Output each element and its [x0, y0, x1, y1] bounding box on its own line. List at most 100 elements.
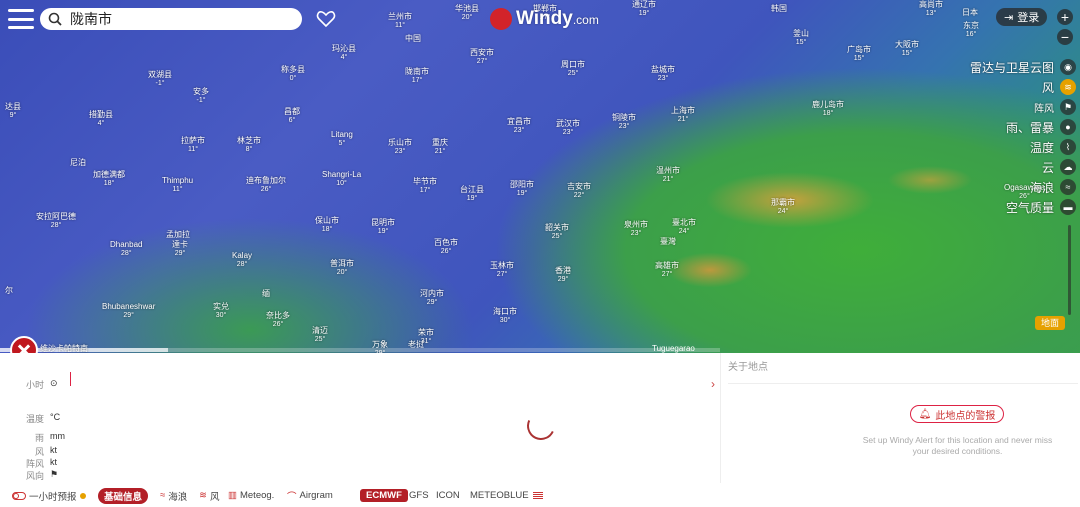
city-label[interactable]: 達卡 29°: [172, 240, 188, 258]
city-label[interactable]: Litang 5°: [331, 130, 353, 148]
city-label[interactable]: 迪布鲁加尔 26°: [246, 176, 286, 194]
model-meteoblue[interactable]: METEOBLUE: [470, 490, 529, 501]
city-label[interactable]: 西安市 27°: [470, 48, 494, 66]
city-label[interactable]: 实兑 30°: [213, 302, 229, 320]
city-label[interactable]: 釜山 15°: [793, 29, 809, 47]
city-label[interactable]: 陇南市 17°: [405, 67, 429, 85]
city-label[interactable]: 保山市 18°: [315, 216, 339, 234]
city-label[interactable]: 韩国: [771, 4, 787, 13]
layer-waves[interactable]: 海浪 ≈: [906, 177, 1076, 197]
city-label[interactable]: 泉州市 23°: [624, 220, 648, 238]
tab-wind[interactable]: ≋ 风: [199, 489, 219, 503]
city-label[interactable]: 通辽市 19°: [632, 0, 656, 18]
city-label[interactable]: 安多 -1°: [193, 87, 209, 105]
city-label[interactable]: 盐城市 23°: [651, 65, 675, 83]
city-label[interactable]: 周口市 25°: [561, 60, 585, 78]
model-flag[interactable]: [533, 492, 543, 499]
city-label[interactable]: Dhanbad 28°: [110, 240, 142, 258]
city-label[interactable]: 尼泊: [70, 158, 86, 167]
login-button[interactable]: ⇥ 登录: [996, 8, 1048, 26]
windy-logo[interactable]: Windy.com: [490, 8, 599, 30]
city-label[interactable]: 奈比多 26°: [266, 311, 290, 329]
city-label[interactable]: Bhubaneshwar 29°: [102, 302, 155, 320]
city-label[interactable]: 铜陵市 23°: [612, 113, 636, 131]
city-label[interactable]: 日本: [962, 8, 978, 17]
layer-globe[interactable]: 雷达与卫星云图 ◉: [906, 57, 1076, 77]
zoom-out-button[interactable]: −: [1057, 29, 1073, 45]
layer-cloud[interactable]: 云 ☁: [906, 157, 1076, 177]
city-label[interactable]: 香港 29°: [555, 266, 571, 284]
city-label[interactable]: 乐山市 23°: [388, 138, 412, 156]
city-label[interactable]: 重庆 21°: [432, 138, 448, 156]
city-label[interactable]: 大阪市 15°: [895, 40, 919, 58]
tab-waves[interactable]: ≈ 海浪: [160, 489, 187, 503]
city-label[interactable]: 河内市 29°: [420, 289, 444, 307]
city-label[interactable]: 宜昌市 23°: [507, 117, 531, 135]
city-label[interactable]: 称多县 0°: [281, 65, 305, 83]
hourly-toggle[interactable]: 一小时预报: [12, 489, 86, 503]
city-label[interactable]: 清迈 25°: [312, 326, 328, 344]
city-label[interactable]: 广岛市 15°: [847, 45, 871, 63]
city-temperature: 5°: [338, 140, 346, 147]
layer-scrollbar[interactable]: [1068, 225, 1071, 315]
city-label[interactable]: 高尚市 13°: [919, 0, 943, 18]
search-input[interactable]: [68, 10, 292, 28]
layer-thermometer[interactable]: 温度 ⌇: [906, 137, 1076, 157]
city-label[interactable]: 双湖县 -1°: [148, 70, 172, 88]
model-gfs[interactable]: GFS: [409, 490, 429, 501]
city-label[interactable]: 加德满都 18°: [93, 170, 125, 188]
chevron-right-icon[interactable]: ›: [711, 377, 715, 391]
city-label[interactable]: 中国: [405, 34, 421, 43]
city-label[interactable]: 吉安市 22°: [567, 182, 591, 200]
city-label[interactable]: 措勤县 4°: [89, 110, 113, 128]
zoom-in-button[interactable]: +: [1057, 9, 1073, 25]
city-label[interactable]: 韶关市 25°: [545, 223, 569, 241]
tab-meteogram[interactable]: ▥ Meteog.: [228, 490, 274, 501]
search-box[interactable]: [40, 8, 302, 30]
menu-icon[interactable]: [8, 9, 34, 29]
city-label[interactable]: Thimphu 11°: [162, 176, 193, 194]
city-label[interactable]: Kalay 28°: [232, 251, 252, 269]
city-label[interactable]: 安拉阿巴德 28°: [36, 212, 76, 230]
city-label[interactable]: 台江县 19°: [460, 185, 484, 203]
map-layer-button[interactable]: 地面: [1035, 316, 1066, 330]
tab-basic[interactable]: 基础信息: [98, 487, 149, 504]
layer-wind[interactable]: 风 ≋: [906, 77, 1076, 97]
city-label[interactable]: 东京 16°: [963, 21, 979, 39]
city-label[interactable]: Shangri-La 10°: [322, 170, 361, 188]
city-label[interactable]: 昆明市 19°: [371, 218, 395, 236]
city-label[interactable]: 毕节市 17°: [413, 177, 437, 195]
model-icon[interactable]: ICON: [436, 490, 460, 501]
city-label[interactable]: 普洱市 20°: [330, 259, 354, 277]
city-label[interactable]: 孟加拉: [166, 230, 190, 239]
city-label[interactable]: 百色市 26°: [434, 238, 458, 256]
city-label[interactable]: 海口市 30°: [493, 307, 517, 325]
city-label[interactable]: 达县 9°: [5, 102, 21, 120]
model-ecmwf[interactable]: ECMWF: [360, 489, 408, 502]
tab-airgram[interactable]: ⌒ Airgram: [287, 489, 333, 503]
city-label[interactable]: 鹿儿岛市 18°: [812, 100, 844, 118]
city-label[interactable]: 邵阳市 19°: [510, 180, 534, 198]
city-label[interactable]: 臺灣: [660, 237, 676, 246]
city-label[interactable]: 兰州市 11°: [388, 12, 412, 30]
layer-drop[interactable]: 雨、雷暴 ●: [906, 117, 1076, 137]
city-label[interactable]: 拉萨市 11°: [181, 136, 205, 154]
city-label[interactable]: 武汉市 23°: [556, 119, 580, 137]
city-label[interactable]: 昌都 6°: [284, 107, 300, 125]
city-label[interactable]: 温州市 21°: [656, 166, 680, 184]
layer-flag[interactable]: 阵风 ⚑: [906, 97, 1076, 117]
city-label[interactable]: 上海市 21°: [671, 106, 695, 124]
city-label[interactable]: 臺北市 24°: [672, 218, 696, 236]
favorite-heart-icon[interactable]: [316, 9, 336, 29]
city-label[interactable]: 华池县 20°: [455, 4, 479, 22]
city-label[interactable]: 玉林市 27°: [490, 261, 514, 279]
city-label[interactable]: 缅: [262, 289, 270, 298]
timeline-bar[interactable]: [0, 348, 720, 352]
city-label[interactable]: 玛沁县 4°: [332, 44, 356, 62]
city-label[interactable]: 林芝市 8°: [237, 136, 261, 154]
city-label[interactable]: 尔: [5, 286, 13, 295]
location-alert-button[interactable]: 🔔︎ 此地点的警报: [910, 405, 1004, 423]
layer-car[interactable]: 空气质量 ▬: [906, 197, 1076, 217]
city-label[interactable]: 高雄市 27°: [655, 261, 679, 279]
city-label[interactable]: 那霸市 24°: [771, 198, 795, 216]
